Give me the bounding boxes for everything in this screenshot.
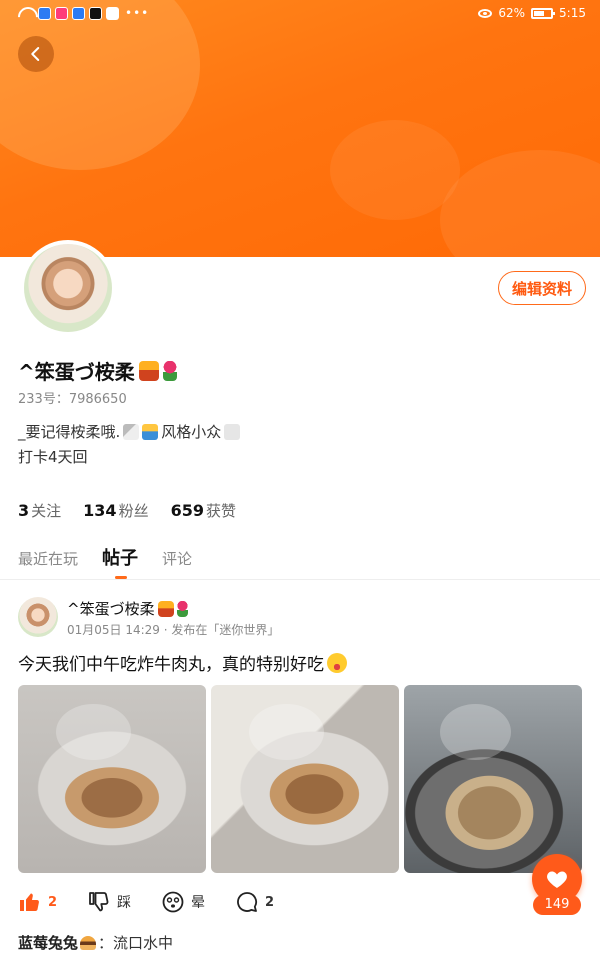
username-text: ^笨蛋づ桉柔: [18, 360, 135, 384]
bio-line-2: 打卡4天回: [18, 448, 88, 466]
thumbs-down-icon: [89, 892, 109, 912]
status-icons-left: •••: [18, 6, 149, 20]
stat-following[interactable]: 3 关注: [18, 500, 61, 521]
app-notification-icon: [72, 6, 85, 20]
dislike-label: 踩: [117, 895, 132, 911]
back-button[interactable]: [18, 36, 54, 72]
clock: 5:15: [559, 6, 586, 20]
post-photo[interactable]: [18, 685, 206, 873]
comment-count: 2: [265, 894, 275, 910]
post-text[interactable]: 今天我们中午吃炸牛肉丸，真的特别好吃: [18, 650, 347, 675]
profile-stats: 3 关注 134 粉丝 659 获赞: [18, 500, 236, 521]
post-author-name: ^笨蛋づ桉柔: [67, 600, 155, 618]
top-comment[interactable]: 蓝莓兔兔 ： 流口水中: [18, 932, 173, 953]
floating-like-count: 149: [533, 895, 581, 915]
status-bar: ••• 62% 5:15: [0, 0, 600, 28]
divider: [0, 579, 600, 580]
tab-comments[interactable]: 评论: [162, 548, 192, 569]
tulip-emoji-icon: [176, 600, 188, 617]
post-photo[interactable]: [211, 685, 399, 873]
comment-button[interactable]: 2: [235, 890, 274, 914]
like-count: 2: [48, 894, 58, 910]
tab-recently-played[interactable]: 最近在玩: [18, 548, 78, 569]
city-sunset-emoji-icon: [138, 360, 159, 381]
post-meta: 01月05日 14:29 · 发布在「迷你世界」: [67, 623, 280, 637]
stat-followers[interactable]: 134 粉丝: [83, 500, 148, 521]
like-button[interactable]: 2: [18, 890, 57, 914]
checkmark-emoji-icon: [224, 423, 241, 440]
chevron-left-icon: [31, 47, 40, 61]
comment-author[interactable]: 蓝莓兔兔: [18, 932, 78, 953]
sunrise-emoji-icon: [142, 423, 159, 440]
app-notification-icon: [106, 6, 119, 20]
app-notification-icon: [89, 6, 102, 20]
comment-separator: ：: [98, 934, 114, 952]
battery-icon: [531, 7, 556, 19]
dislike-button[interactable]: 踩: [87, 890, 131, 914]
post-photos: [18, 685, 582, 873]
comment-bubble-icon: [237, 892, 258, 912]
tulip-emoji-icon: [162, 360, 177, 381]
city-sunset-emoji-icon: [157, 600, 174, 617]
profile-avatar[interactable]: [20, 240, 116, 336]
post-author[interactable]: ^笨蛋づ桉柔: [67, 598, 188, 619]
profile-banner: ••• 62% 5:15: [0, 0, 600, 257]
app-notification-icon: [55, 6, 68, 20]
bio-suffix: 风格小众: [161, 423, 222, 441]
post-actions: 2 踩 晕 2: [18, 890, 304, 914]
post-body: 今天我们中午吃炸牛肉丸，真的特别好吃: [18, 655, 324, 675]
yum-face-emoji-icon: [327, 652, 347, 673]
tab-posts[interactable]: 帖子: [102, 544, 138, 570]
dizzy-face-icon: [162, 891, 184, 913]
stat-likes[interactable]: 659 获赞: [171, 500, 236, 521]
dizzy-label: 晕: [191, 895, 206, 911]
thumbs-up-icon: [20, 893, 39, 911]
status-icons-right: 62% 5:15: [478, 6, 586, 20]
burger-emoji-icon: [80, 935, 97, 950]
paperclip-emoji-icon: [123, 423, 140, 440]
dizzy-button[interactable]: 晕: [161, 890, 205, 914]
bio-text: _要记得桉柔哦.: [18, 423, 121, 441]
bio-line-1: _要记得桉柔哦. 风格小众: [18, 421, 241, 442]
banner-decoration: [440, 150, 600, 257]
post-author-avatar[interactable]: [18, 597, 58, 637]
app-notification-icon: [38, 6, 51, 20]
eye-comfort-icon: [478, 8, 493, 18]
battery-percent: 62%: [498, 6, 526, 20]
user-id: 233号：7986650: [18, 392, 127, 407]
edit-profile-button[interactable]: 编辑资料: [498, 271, 586, 305]
profile-username: ^笨蛋づ桉柔: [18, 356, 177, 385]
profile-tabs: 最近在玩 帖子 评论: [18, 544, 192, 580]
avatar-image: [24, 244, 112, 332]
wifi-icon: [18, 7, 34, 19]
banner-decoration: [330, 120, 460, 220]
heart-icon: [547, 871, 567, 888]
more-notifications-icon: •••: [125, 6, 150, 20]
comment-text: 流口水中: [113, 934, 174, 952]
post-photo[interactable]: [404, 685, 582, 873]
